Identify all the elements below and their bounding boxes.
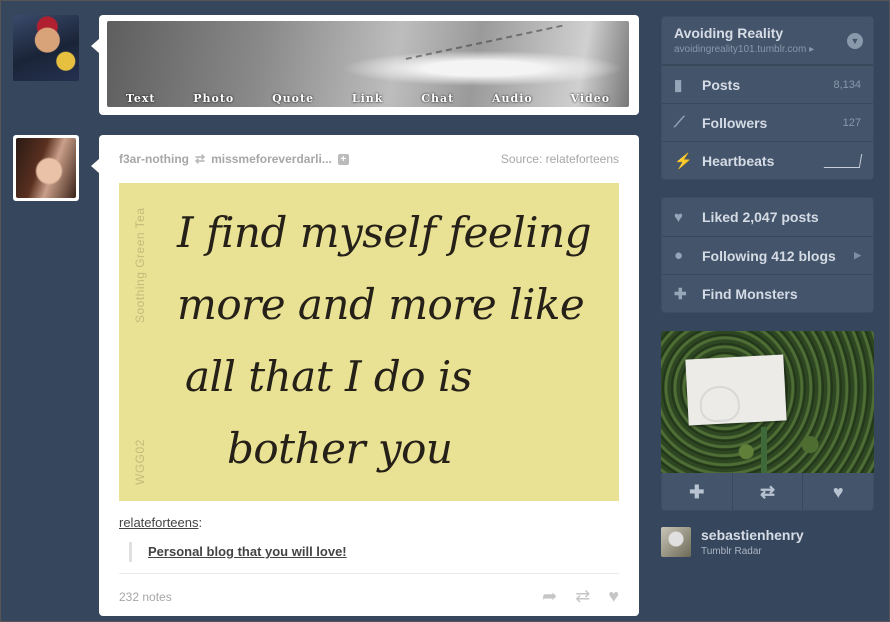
post-type-photo[interactable]: Photo bbox=[193, 92, 234, 105]
radar-label: Tumblr Radar bbox=[701, 546, 762, 557]
post-pointer bbox=[91, 39, 99, 53]
sidebar-item-followers[interactable]: ⟋ Followers 127 bbox=[662, 103, 873, 141]
notes-count[interactable]: 232 notes bbox=[119, 590, 172, 604]
post-type-banner: Text Photo Quote Link Chat Audio Video bbox=[107, 21, 629, 107]
sidebar-item-label: Following 412 blogs bbox=[702, 247, 836, 264]
document-icon: ▮ bbox=[674, 76, 683, 94]
like-heart-icon[interactable]: ♥ bbox=[608, 586, 619, 607]
caption-quote: Personal blog that you will love! bbox=[129, 542, 619, 562]
post-author-avatar[interactable] bbox=[13, 135, 79, 201]
blog-name[interactable]: Avoiding Reality bbox=[674, 25, 861, 41]
activity-menu: ♥ Liked 2,047 posts ● Following 412 blog… bbox=[661, 197, 874, 313]
sidebar-item-label: Followers bbox=[702, 114, 768, 131]
post-type-quote[interactable]: Quote bbox=[272, 92, 314, 105]
post-footer: 232 notes ➦ ⇄ ♥ bbox=[119, 574, 619, 619]
radar-reblog-icon[interactable]: ⇄ bbox=[731, 473, 803, 510]
sidebar-item-count: 127 bbox=[842, 116, 861, 129]
reblog-button-icon[interactable]: ⇄ bbox=[575, 586, 590, 607]
photo-side-text: Soothing Green Tea bbox=[133, 207, 147, 323]
chart-icon: ⟋ bbox=[674, 114, 685, 131]
caption-blog-link[interactable]: relateforteens bbox=[119, 515, 199, 530]
reblogged-from-link[interactable]: missmeforeverdarli... bbox=[211, 152, 332, 166]
handwriting-line: bother you bbox=[227, 424, 453, 473]
post-photo[interactable]: Soothing Green Tea WGG02 I find myself f… bbox=[119, 183, 619, 501]
sidebar-item-label: Posts bbox=[702, 76, 741, 93]
blog-header[interactable]: Avoiding Reality avoidingreality101.tumb… bbox=[662, 17, 873, 65]
radar-actions: ✚ ⇄ ♥ bbox=[661, 473, 874, 511]
blog-dropdown-icon[interactable]: ▼ bbox=[847, 33, 863, 49]
lightning-icon: ⚡ bbox=[674, 152, 693, 170]
handwriting-line: more and more like bbox=[177, 280, 585, 329]
caption-colon: : bbox=[198, 515, 203, 530]
radar-like-heart-icon[interactable]: ♥ bbox=[802, 473, 873, 510]
post-type-text[interactable]: Text bbox=[126, 92, 156, 105]
post-type-audio[interactable]: Audio bbox=[492, 92, 533, 105]
photo-handwriting: I find myself feeling more and more like… bbox=[177, 197, 592, 485]
post-type-chat[interactable]: Chat bbox=[421, 92, 454, 105]
sidebar-item-label: Heartbeats bbox=[702, 152, 775, 169]
blog-url[interactable]: avoidingreality101.tumblr.com ▸ bbox=[674, 44, 861, 55]
sidebar-item-following[interactable]: ● Following 412 blogs ▶ bbox=[662, 236, 873, 274]
heartbeat-sparkline bbox=[823, 153, 863, 168]
post-pointer bbox=[91, 159, 99, 173]
radar-follow-plus-icon[interactable]: ✚ bbox=[662, 473, 732, 510]
share-icon[interactable]: ➦ bbox=[542, 586, 557, 607]
post-source-link[interactable]: Source: relateforteens bbox=[501, 152, 619, 166]
chevron-right-icon: ▶ bbox=[854, 250, 861, 260]
sidebar-item-heartbeats[interactable]: ⚡ Heartbeats bbox=[662, 141, 873, 179]
reblog-icon: ⇄ bbox=[195, 152, 206, 166]
radar-photo[interactable] bbox=[661, 331, 874, 473]
basketball-backboard bbox=[685, 354, 787, 426]
post-type-video[interactable]: Video bbox=[571, 92, 611, 105]
follow-plus-icon[interactable]: + bbox=[337, 153, 349, 165]
sidebar-item-label: Find Monsters bbox=[702, 285, 798, 302]
caption-quote-link[interactable]: Personal blog that you will love! bbox=[148, 544, 347, 559]
post-author-link[interactable]: f3ar-nothing bbox=[119, 152, 189, 166]
sidebar-item-posts[interactable]: ▮ Posts 8,134 bbox=[662, 65, 873, 103]
sidebar-item-likes[interactable]: ♥ Liked 2,047 posts bbox=[662, 198, 873, 236]
post-caption: relateforteens: bbox=[119, 515, 619, 530]
post-type-selector: Text Photo Quote Link Chat Audio Video bbox=[99, 15, 639, 115]
post-type-link[interactable]: Link bbox=[352, 92, 384, 105]
handwriting-line: I find myself feeling bbox=[177, 208, 592, 257]
handwriting-line: all that I do is bbox=[185, 352, 472, 401]
radar-user-avatar[interactable] bbox=[661, 527, 691, 557]
radar-user[interactable]: sebastienhenry Tumblr Radar bbox=[661, 525, 874, 559]
radar-username[interactable]: sebastienhenry bbox=[701, 527, 804, 543]
heart-icon: ♥ bbox=[674, 208, 683, 226]
add-person-icon: ✚ bbox=[674, 285, 687, 303]
person-icon: ● bbox=[674, 247, 684, 264]
user-avatar[interactable] bbox=[13, 15, 79, 81]
sidebar-item-count: 8,134 bbox=[833, 78, 861, 91]
blog-url-chevron: ▸ bbox=[809, 44, 815, 55]
dashboard-post: f3ar-nothing ⇄ missmeforeverdarli... + S… bbox=[99, 135, 639, 616]
post-header: f3ar-nothing ⇄ missmeforeverdarli... + S… bbox=[119, 135, 619, 183]
tumblr-radar: ✚ ⇄ ♥ bbox=[661, 331, 874, 511]
blog-url-text: avoidingreality101.tumblr.com bbox=[674, 44, 807, 55]
photo-side-code: WGG02 bbox=[133, 439, 147, 485]
sidebar-item-find-monsters[interactable]: ✚ Find Monsters bbox=[662, 274, 873, 312]
blog-menu: Avoiding Reality avoidingreality101.tumb… bbox=[661, 16, 874, 180]
sidebar-item-label: Liked 2,047 posts bbox=[702, 209, 819, 225]
